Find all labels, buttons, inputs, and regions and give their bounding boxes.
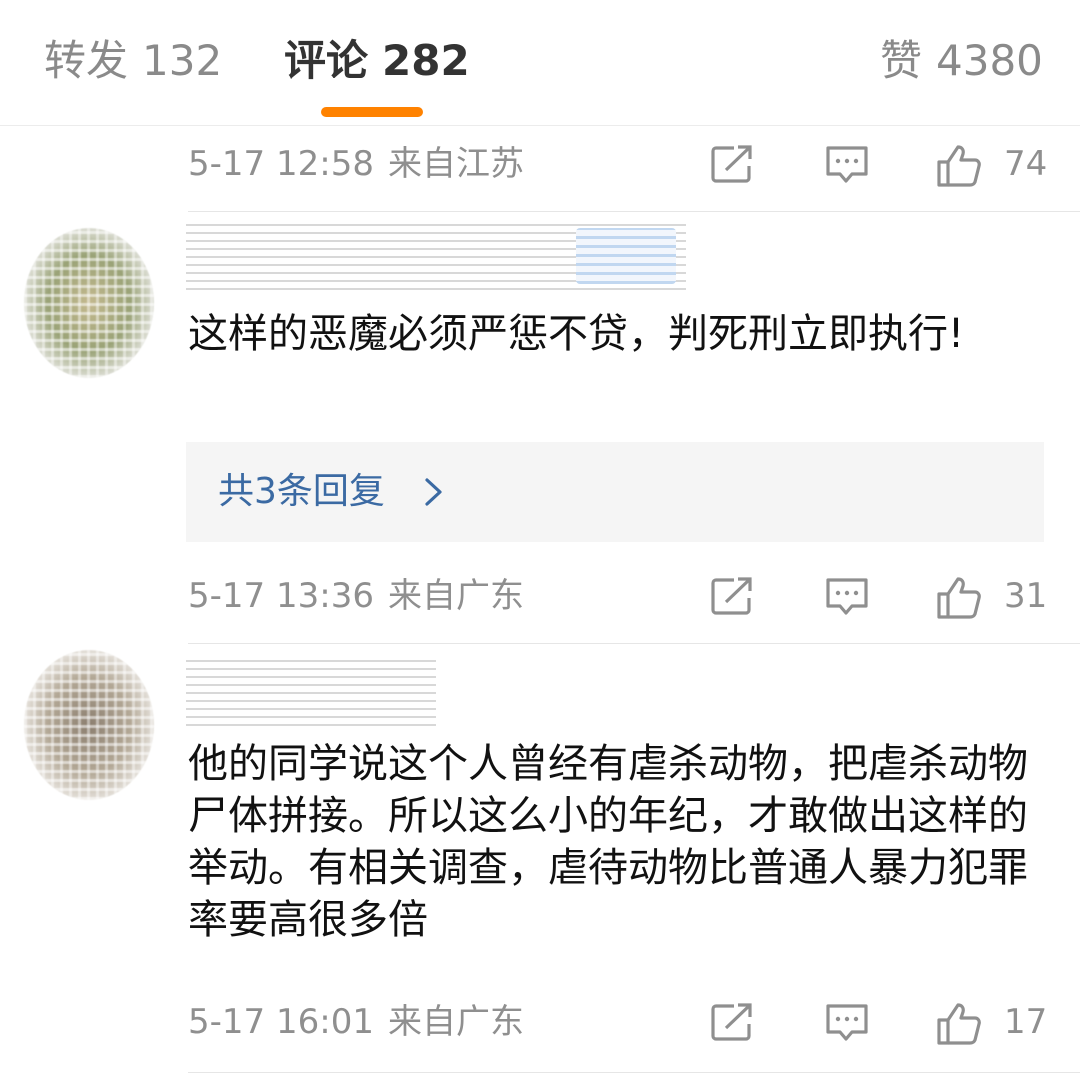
like-button[interactable] (936, 144, 982, 187)
user-name-blurred[interactable] (186, 658, 436, 726)
tab-count: 4380 (936, 36, 1043, 85)
comment-icon (826, 578, 868, 615)
comment-meta: 5-17 13:36 来自广东 (188, 574, 524, 618)
comment-time: 5-17 16:01 (188, 1002, 374, 1042)
comment-text: 他的同学说这个人曾经有虐杀动物，把虐杀动物尸体拼接。所以这么小的年纪，才敢做出这… (188, 741, 1028, 943)
tab-repost[interactable]: 转发 132 (44, 34, 222, 88)
comment-divider (188, 643, 1080, 644)
comment-location: 来自江苏 (387, 144, 524, 184)
tab-count: 282 (382, 36, 470, 85)
like-count: 74 (1004, 144, 1048, 184)
share-button[interactable] (710, 144, 756, 184)
comment-button[interactable] (824, 576, 870, 616)
comment-divider (188, 211, 1080, 212)
tab-count: 132 (142, 36, 223, 85)
comment-button[interactable] (824, 144, 870, 184)
tab-comments[interactable]: 评论 282 (284, 34, 470, 88)
share-icon (711, 145, 752, 183)
comment-meta: 5-17 12:58 来自江苏 (188, 142, 524, 186)
tab-bar: 转发 132 评论 282 赞 4380 (0, 0, 1080, 126)
share-button[interactable] (710, 1002, 756, 1042)
avatar[interactable] (24, 650, 154, 800)
thumbs-up-icon (937, 577, 981, 619)
comment-divider (188, 1072, 1080, 1073)
comment-icon (826, 146, 868, 183)
chevron-right-icon (425, 478, 442, 506)
like-button[interactable] (936, 576, 982, 619)
comment-time: 5-17 13:36 (188, 576, 374, 616)
share-button[interactable] (710, 576, 756, 616)
comment-meta-row: 5-17 16:01 来自广东 17 (188, 990, 1048, 1054)
comment-time: 5-17 12:58 (188, 144, 374, 184)
tab-bar-divider (0, 125, 1080, 126)
comment-location: 来自广东 (387, 1002, 524, 1042)
tab-likes[interactable]: 赞 4380 (880, 34, 1043, 88)
active-tab-indicator (321, 107, 423, 117)
comment-meta: 5-17 16:01 来自广东 (188, 1000, 524, 1044)
share-icon (711, 1003, 752, 1041)
comment-text: 这样的恶魔必须严惩不贷，判死刑立即执行! (188, 311, 965, 357)
like-button[interactable] (936, 1002, 982, 1045)
tab-label: 转发 (44, 36, 129, 85)
view-replies-button[interactable]: 共3条回复 (186, 442, 1044, 542)
user-badge (576, 228, 676, 284)
comment-meta-row: 5-17 12:58 来自江苏 74 (188, 132, 1048, 196)
tab-label: 赞 (880, 36, 923, 85)
comment-meta-row: 5-17 13:36 来自广东 31 (188, 564, 1048, 628)
avatar[interactable] (24, 228, 154, 378)
like-count: 31 (1004, 576, 1048, 616)
thumbs-up-icon (937, 1003, 981, 1045)
thumbs-up-icon (937, 145, 981, 187)
comment-button[interactable] (824, 1002, 870, 1042)
replies-label: 共3条回复 (218, 471, 385, 512)
comment-location: 来自广东 (387, 576, 524, 616)
like-count: 17 (1004, 1002, 1048, 1042)
comment-icon (826, 1004, 868, 1041)
user-name-blurred[interactable] (186, 222, 686, 290)
tab-label: 评论 (284, 36, 369, 85)
share-icon (711, 577, 752, 615)
